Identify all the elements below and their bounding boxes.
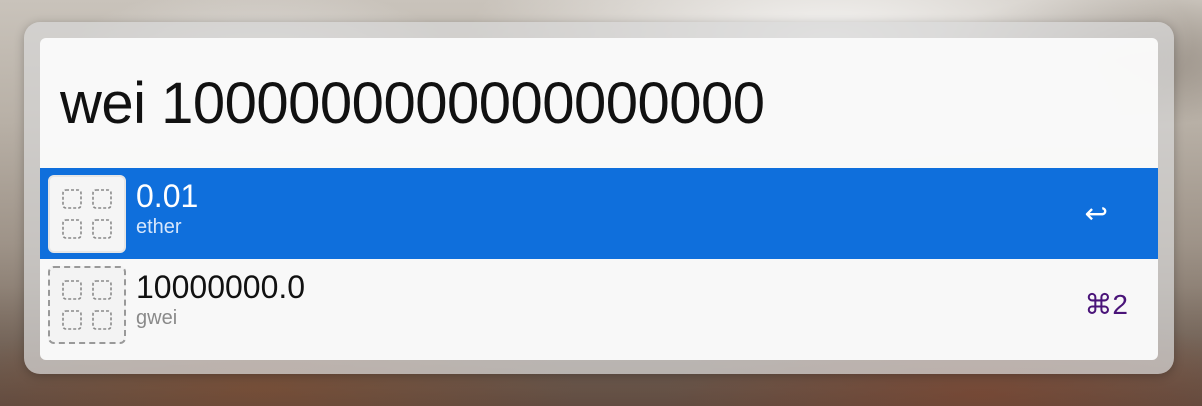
- search-input[interactable]: wei 1000000000000000000: [40, 38, 1158, 168]
- result-texts: 10000000.0 gwei: [136, 269, 305, 331]
- desktop-background: wei 1000000000000000000 0.01 ether ↩ 100…: [0, 0, 1202, 406]
- result-texts: 0.01 ether: [136, 178, 198, 240]
- result-subtitle: gwei: [136, 307, 178, 329]
- placeholder-grid-icon: [48, 175, 126, 253]
- placeholder-grid-icon: [48, 266, 126, 344]
- result-item-ether[interactable]: 0.01 ether ↩: [40, 168, 1158, 259]
- results-list: 0.01 ether ↩ 10000000.0 gwei ⌘2: [40, 168, 1158, 350]
- result-title: 10000000.0: [136, 269, 306, 305]
- return-key-icon: ↩: [1084, 198, 1108, 229]
- result-item-gwei[interactable]: 10000000.0 gwei ⌘2: [40, 259, 1158, 350]
- result-subtitle: ether: [136, 216, 182, 238]
- launcher-panel: wei 1000000000000000000 0.01 ether ↩ 100…: [40, 38, 1158, 360]
- result-title: 0.01: [136, 178, 199, 214]
- shortcut-hint: ⌘2: [1084, 289, 1128, 320]
- launcher-window: wei 1000000000000000000 0.01 ether ↩ 100…: [24, 22, 1174, 374]
